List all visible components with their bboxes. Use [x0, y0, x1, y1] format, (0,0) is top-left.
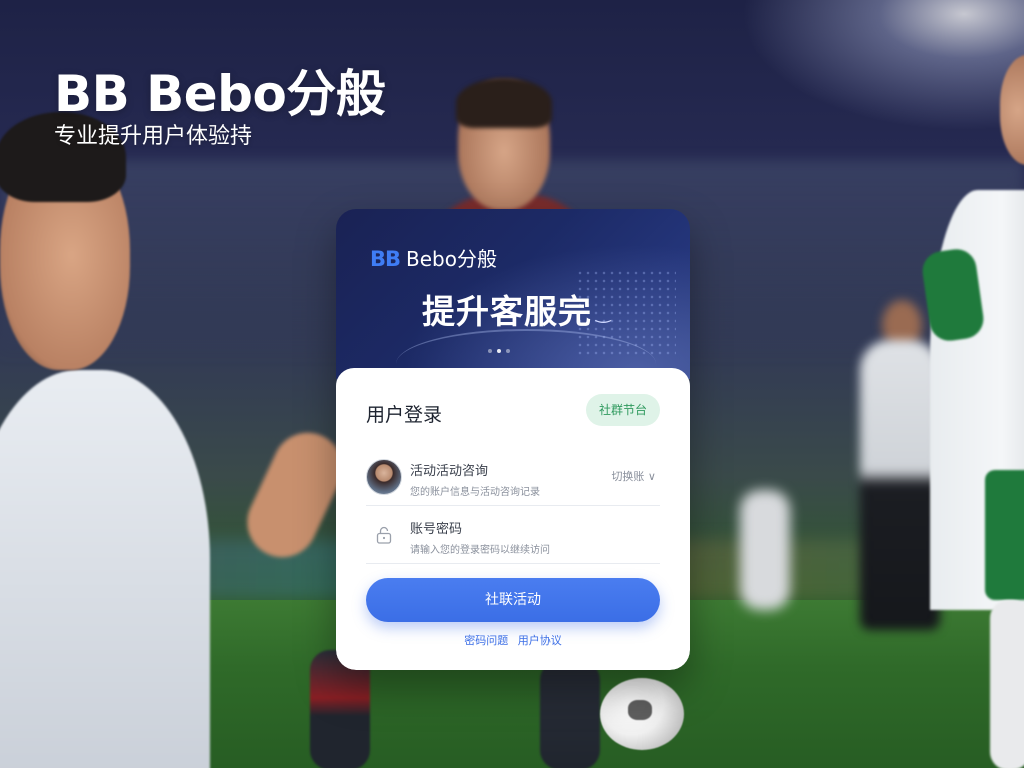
player-right-leg — [990, 600, 1024, 768]
card-banner: BB Bebo分般 提升客服完 ‿ — [336, 209, 690, 379]
footer-links: 密码问题 用户协议 — [336, 632, 690, 648]
login-title: 用户登录 — [366, 404, 443, 426]
login-card: BB Bebo分般 提升客服完 ‿ 用户登录 社群节台 活动活动咨询 您的账户信息与… — [336, 209, 690, 670]
login-panel: 用户登录 社群节台 活动活动咨询 您的账户信息与活动咨询记录 切换账 ∨ 账号密… — [336, 368, 690, 670]
register-button[interactable]: 社群节台 — [585, 394, 660, 426]
user-agreement-link[interactable]: 用户协议 — [518, 634, 562, 647]
password-hint: 请输入您的登录密码以继续访问 — [410, 545, 550, 556]
hero-tagline: 专业提升用户体验持 — [54, 124, 253, 149]
background-person — [740, 490, 790, 610]
banner-headline: 提升客服完 ‿ — [422, 285, 611, 333]
hero-brand-title: BB Bebo分般 — [54, 65, 386, 123]
account-info: 活动活动咨询 您的账户信息与活动咨询记录 — [410, 460, 540, 498]
brand-name: Bebo分般 — [406, 247, 497, 271]
banner-headline-text: 提升客服完 — [422, 292, 592, 331]
carousel-dot[interactable] — [506, 349, 510, 353]
player-left-body — [0, 370, 210, 768]
smile-icon: ‿ — [596, 303, 612, 324]
password-label: 账号密码 — [410, 522, 463, 537]
floodlights — [724, 0, 1024, 140]
referee — [860, 340, 940, 630]
account-detail: 您的账户信息与活动咨询记录 — [410, 487, 540, 498]
user-avatar — [366, 459, 402, 495]
password-field[interactable]: 账号密码 请输入您的登录密码以继续访问 — [366, 506, 660, 564]
carousel-dot[interactable] — [488, 349, 492, 353]
brand-mark: BB — [370, 247, 401, 271]
player-center-leg-right — [540, 660, 600, 768]
player-right-shorts — [985, 470, 1024, 600]
banner-logo: BB Bebo分般 — [370, 243, 497, 272]
switch-account-button[interactable]: 切换账 ∨ — [611, 468, 656, 484]
forgot-password-link[interactable]: 密码问题 — [464, 634, 508, 647]
carousel-indicator[interactable] — [488, 349, 510, 353]
account-selector[interactable]: 活动活动咨询 您的账户信息与活动咨询记录 切换账 ∨ — [366, 448, 660, 506]
soccer-ball — [600, 678, 684, 750]
login-submit-button[interactable]: 社联活动 — [366, 578, 660, 622]
lock-icon — [376, 526, 392, 544]
account-name: 活动活动咨询 — [410, 464, 489, 479]
player-center-hair — [456, 78, 552, 128]
carousel-dot-active[interactable] — [497, 349, 501, 353]
password-text: 账号密码 请输入您的登录密码以继续访问 — [410, 518, 550, 556]
